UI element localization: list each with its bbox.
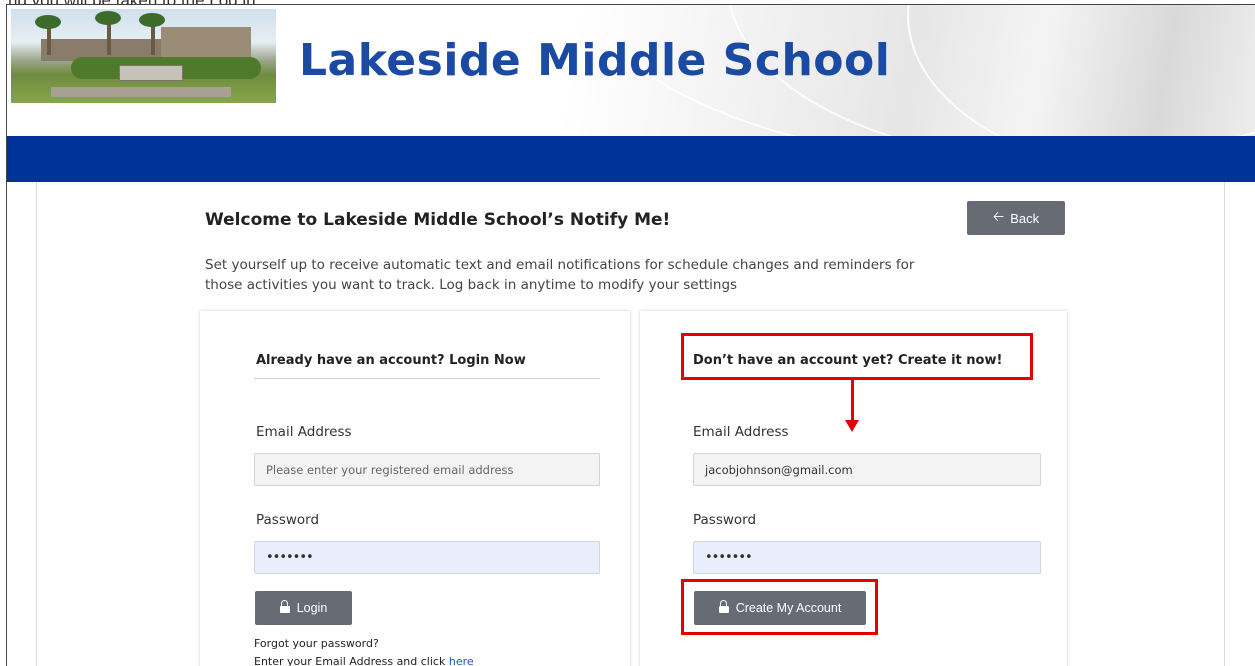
photo-sign xyxy=(119,65,183,81)
annotation-box-button xyxy=(681,579,878,635)
school-photo xyxy=(11,9,276,103)
intro-text: Set yourself up to receive automatic tex… xyxy=(205,257,915,293)
photo-palm-leaf xyxy=(139,13,165,27)
create-password-label: Password xyxy=(693,512,757,528)
forgot-password-link[interactable]: here xyxy=(449,655,474,666)
login-panel: Already have an account? Login Now Email… xyxy=(200,311,630,666)
forgot-password-title: Forgot your password? xyxy=(254,637,379,650)
site-header: Lakeside Middle School xyxy=(7,5,1255,136)
browser-frame: Lakeside Middle School xyxy=(6,4,1255,666)
photo-palm-leaf xyxy=(95,11,121,25)
back-arrow-icon: 🡠 xyxy=(992,208,1005,224)
panel-divider xyxy=(254,378,600,379)
nav-bar xyxy=(7,136,1255,182)
login-button[interactable]: Login xyxy=(255,591,352,625)
annotation-arrow-head xyxy=(845,420,859,432)
photo-building xyxy=(161,27,251,57)
create-email-label: Email Address xyxy=(693,424,789,440)
forgot-password-text: Enter your Email Address and click here xyxy=(254,655,474,666)
create-password-input[interactable]: ••••••• xyxy=(693,541,1041,574)
back-button-label: Back xyxy=(1010,210,1040,226)
login-password-input[interactable]: ••••••• xyxy=(254,541,600,574)
login-button-label: Login xyxy=(296,601,328,615)
login-email-input[interactable]: Please enter your registered email addre… xyxy=(254,453,600,486)
back-button[interactable]: 🡠 Back xyxy=(967,201,1065,235)
forgot-password-instruction: Enter your Email Address and click xyxy=(254,655,446,666)
annotation-arrow-line xyxy=(851,380,854,420)
school-title: Lakeside Middle School xyxy=(299,35,891,86)
login-panel-title: Already have an account? Login Now xyxy=(256,353,526,368)
login-email-label: Email Address xyxy=(256,424,352,440)
create-email-input[interactable]: jacobjohnson@gmail.com xyxy=(693,453,1041,486)
annotation-box-title xyxy=(681,333,1033,380)
page-title: Welcome to Lakeside Middle School’s Noti… xyxy=(205,210,671,230)
login-password-label: Password xyxy=(256,512,320,528)
photo-palm-leaf xyxy=(35,15,61,29)
photo-wall xyxy=(51,87,231,97)
lock-icon xyxy=(279,600,290,613)
